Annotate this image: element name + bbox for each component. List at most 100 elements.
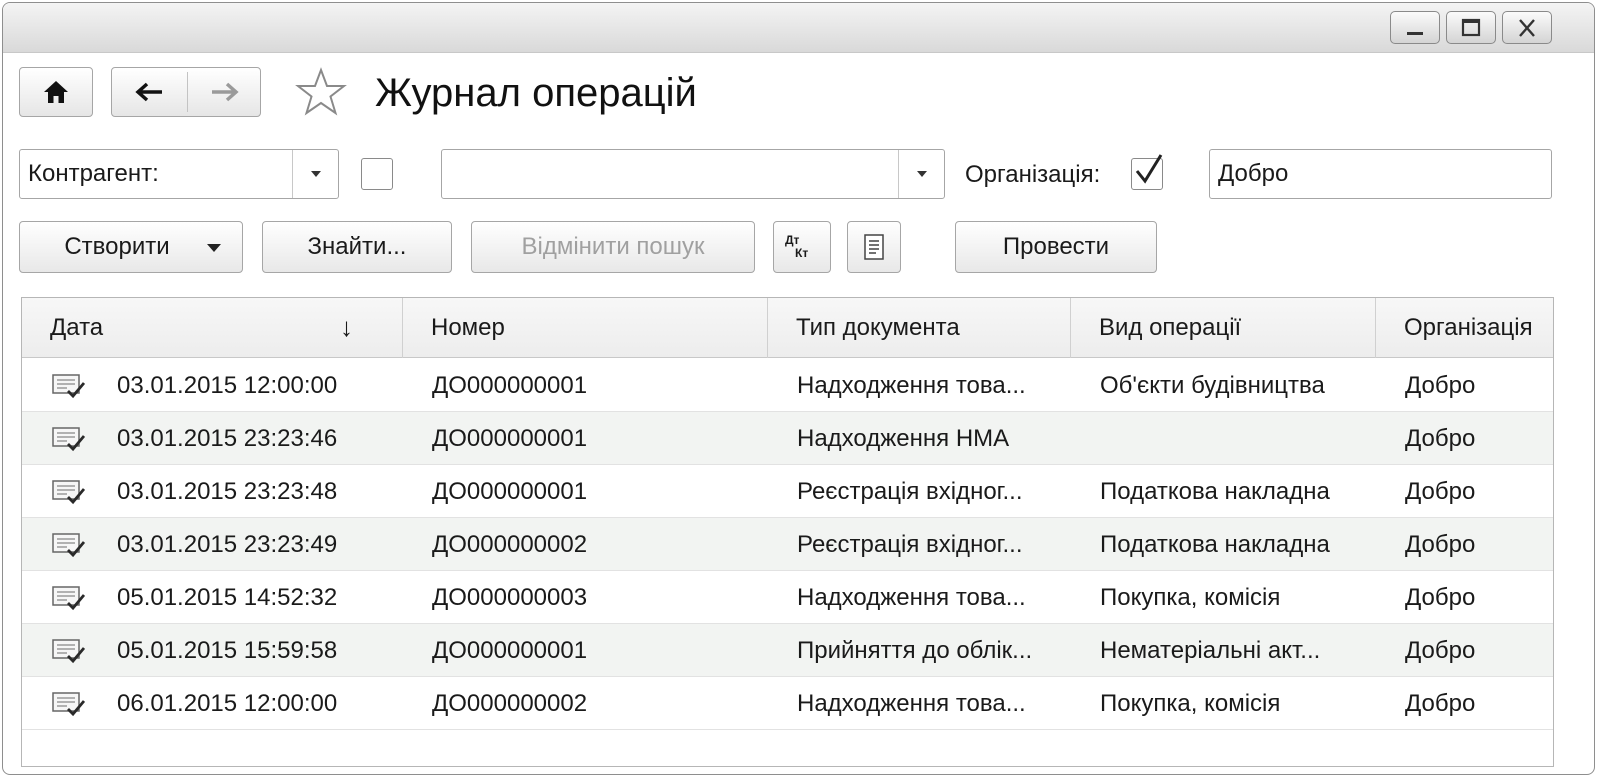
cell-organization: Добро xyxy=(1405,424,1476,452)
cell-date: 06.01.2015 12:00:00 xyxy=(117,689,338,717)
column-header-organization[interactable]: Організація xyxy=(1376,298,1553,358)
document-posted-icon xyxy=(52,427,86,452)
page-title: Журнал операцій xyxy=(375,71,697,115)
find-button-label: Знайти... xyxy=(307,233,407,260)
organization-label: Організація: xyxy=(965,161,1101,188)
document-posted-icon xyxy=(52,533,86,558)
table-header: Дата ↓ Номер Тип документа Вид операції … xyxy=(22,298,1553,358)
counterparty-field[interactable]: Контрагент: xyxy=(19,149,339,199)
create-button[interactable]: Створити xyxy=(19,221,243,273)
table-row[interactable]: 03.01.2015 23:23:46 ДО000000001 Надходже… xyxy=(22,412,1553,465)
organization-field[interactable]: Добро xyxy=(1209,149,1552,199)
organization-value: Добро xyxy=(1218,160,1289,187)
cell-operation xyxy=(1100,412,1370,465)
create-button-label: Створити xyxy=(64,233,170,260)
cancel-search-button[interactable]: Відмінити пошук xyxy=(471,221,755,273)
counterparty-value-dropdown-button[interactable] xyxy=(898,150,944,198)
document-list-icon xyxy=(864,234,884,260)
minimize-icon xyxy=(1407,31,1423,35)
home-icon xyxy=(44,81,68,103)
title-bar xyxy=(3,3,1594,53)
column-operation-label: Вид операції xyxy=(1099,314,1242,341)
cell-date: 03.01.2015 23:23:46 xyxy=(117,424,338,452)
cell-organization: Добро xyxy=(1405,689,1476,717)
star-icon[interactable] xyxy=(295,67,347,117)
table-row[interactable]: 05.01.2015 15:59:58 ДО000000001 Прийнятт… xyxy=(22,624,1553,677)
home-button[interactable] xyxy=(19,67,93,117)
cell-doc-type: Надходження това... xyxy=(797,689,1026,717)
table-row[interactable]: 05.01.2015 14:52:32 ДО000000003 Надходже… xyxy=(22,571,1553,624)
forward-button[interactable] xyxy=(188,68,262,116)
maximize-button[interactable] xyxy=(1446,11,1496,44)
counterparty-checkbox[interactable] xyxy=(361,158,393,190)
column-header-date[interactable]: Дата ↓ xyxy=(22,298,403,358)
column-header-number[interactable]: Номер xyxy=(403,298,768,358)
kt-label: Кт xyxy=(795,246,809,260)
column-date-label: Дата xyxy=(50,314,104,341)
cell-number: ДО000000001 xyxy=(432,477,588,505)
document-posted-icon xyxy=(52,586,86,611)
cell-organization: Добро xyxy=(1405,371,1476,399)
checkmark-icon xyxy=(1135,154,1163,184)
counterparty-dropdown-button[interactable] xyxy=(292,150,338,198)
dt-kt-icon: Дт Кт xyxy=(785,234,819,260)
cell-doc-type: Реєстрація вхідног... xyxy=(797,477,1023,505)
table-row[interactable]: 03.01.2015 23:23:48 ДО000000001 Реєстрац… xyxy=(22,465,1553,518)
minimize-button[interactable] xyxy=(1390,11,1440,44)
chevron-down-icon xyxy=(310,171,321,177)
column-organization-label: Організація xyxy=(1404,314,1533,341)
chevron-down-icon xyxy=(916,171,927,177)
cell-doc-type: Надходження това... xyxy=(797,583,1026,611)
post-button-label: Провести xyxy=(1002,233,1110,260)
counterparty-value-field[interactable] xyxy=(441,149,945,199)
arrow-right-icon xyxy=(212,82,239,102)
cell-number: ДО000000001 xyxy=(432,424,588,452)
counterparty-label: Контрагент: xyxy=(28,160,159,187)
cell-operation: Об'єкти будівництва xyxy=(1100,371,1325,399)
app-window: Журнал операцій Контрагент: Організація:… xyxy=(2,2,1595,775)
column-header-doc-type[interactable]: Тип документа xyxy=(768,298,1071,358)
cell-doc-type: Прийняття до облік... xyxy=(797,636,1033,664)
cell-operation: Покупка, комісія xyxy=(1100,689,1281,717)
table-row[interactable]: 06.01.2015 12:00:00 ДО000000002 Надходже… xyxy=(22,677,1553,730)
column-number-label: Номер xyxy=(431,314,505,341)
cell-operation: Покупка, комісія xyxy=(1100,583,1281,611)
cell-organization: Добро xyxy=(1405,583,1476,611)
table-row[interactable]: 03.01.2015 23:23:49 ДО000000002 Реєстрац… xyxy=(22,518,1553,571)
cell-number: ДО000000002 xyxy=(432,689,588,717)
cell-organization: Добро xyxy=(1405,530,1476,558)
table-row[interactable]: 03.01.2015 12:00:00 ДО000000001 Надходже… xyxy=(22,359,1553,412)
column-doc-type-label: Тип документа xyxy=(796,314,960,341)
close-button[interactable] xyxy=(1502,11,1552,44)
cell-doc-type: Надходження НМА xyxy=(797,424,1010,452)
cancel-search-label: Відмінити пошук xyxy=(521,233,705,260)
post-button[interactable]: Провести xyxy=(955,221,1157,273)
cell-date: 03.01.2015 23:23:49 xyxy=(117,530,338,558)
sort-desc-icon: ↓ xyxy=(340,312,353,342)
find-button[interactable]: Знайти... xyxy=(262,221,452,273)
cell-operation: Нематеріальні акт... xyxy=(1100,636,1321,664)
column-header-operation[interactable]: Вид операції xyxy=(1071,298,1376,358)
cell-number: ДО000000001 xyxy=(432,636,588,664)
report-button[interactable] xyxy=(847,221,901,273)
back-button[interactable] xyxy=(112,68,186,116)
document-posted-icon xyxy=(52,374,86,399)
operations-table: Дата ↓ Номер Тип документа Вид операції … xyxy=(21,297,1554,767)
cell-organization: Добро xyxy=(1405,636,1476,664)
cell-number: ДО000000002 xyxy=(432,530,588,558)
close-icon xyxy=(1519,18,1535,37)
cell-organization: Добро xyxy=(1405,477,1476,505)
cell-date: 05.01.2015 15:59:58 xyxy=(117,636,338,664)
maximize-icon xyxy=(1461,18,1481,36)
history-nav xyxy=(111,67,261,117)
cell-date: 03.01.2015 12:00:00 xyxy=(117,371,338,399)
cell-number: ДО000000001 xyxy=(432,371,588,399)
cell-date: 05.01.2015 14:52:32 xyxy=(117,583,338,611)
cell-operation: Податкова накладна xyxy=(1100,530,1330,558)
cell-operation: Податкова накладна xyxy=(1100,477,1330,505)
chevron-down-icon xyxy=(207,244,221,252)
document-posted-icon xyxy=(52,692,86,717)
dt-kt-button[interactable]: Дт Кт xyxy=(773,221,831,273)
organization-checkbox[interactable] xyxy=(1131,154,1163,190)
cell-doc-type: Надходження това... xyxy=(797,371,1026,399)
